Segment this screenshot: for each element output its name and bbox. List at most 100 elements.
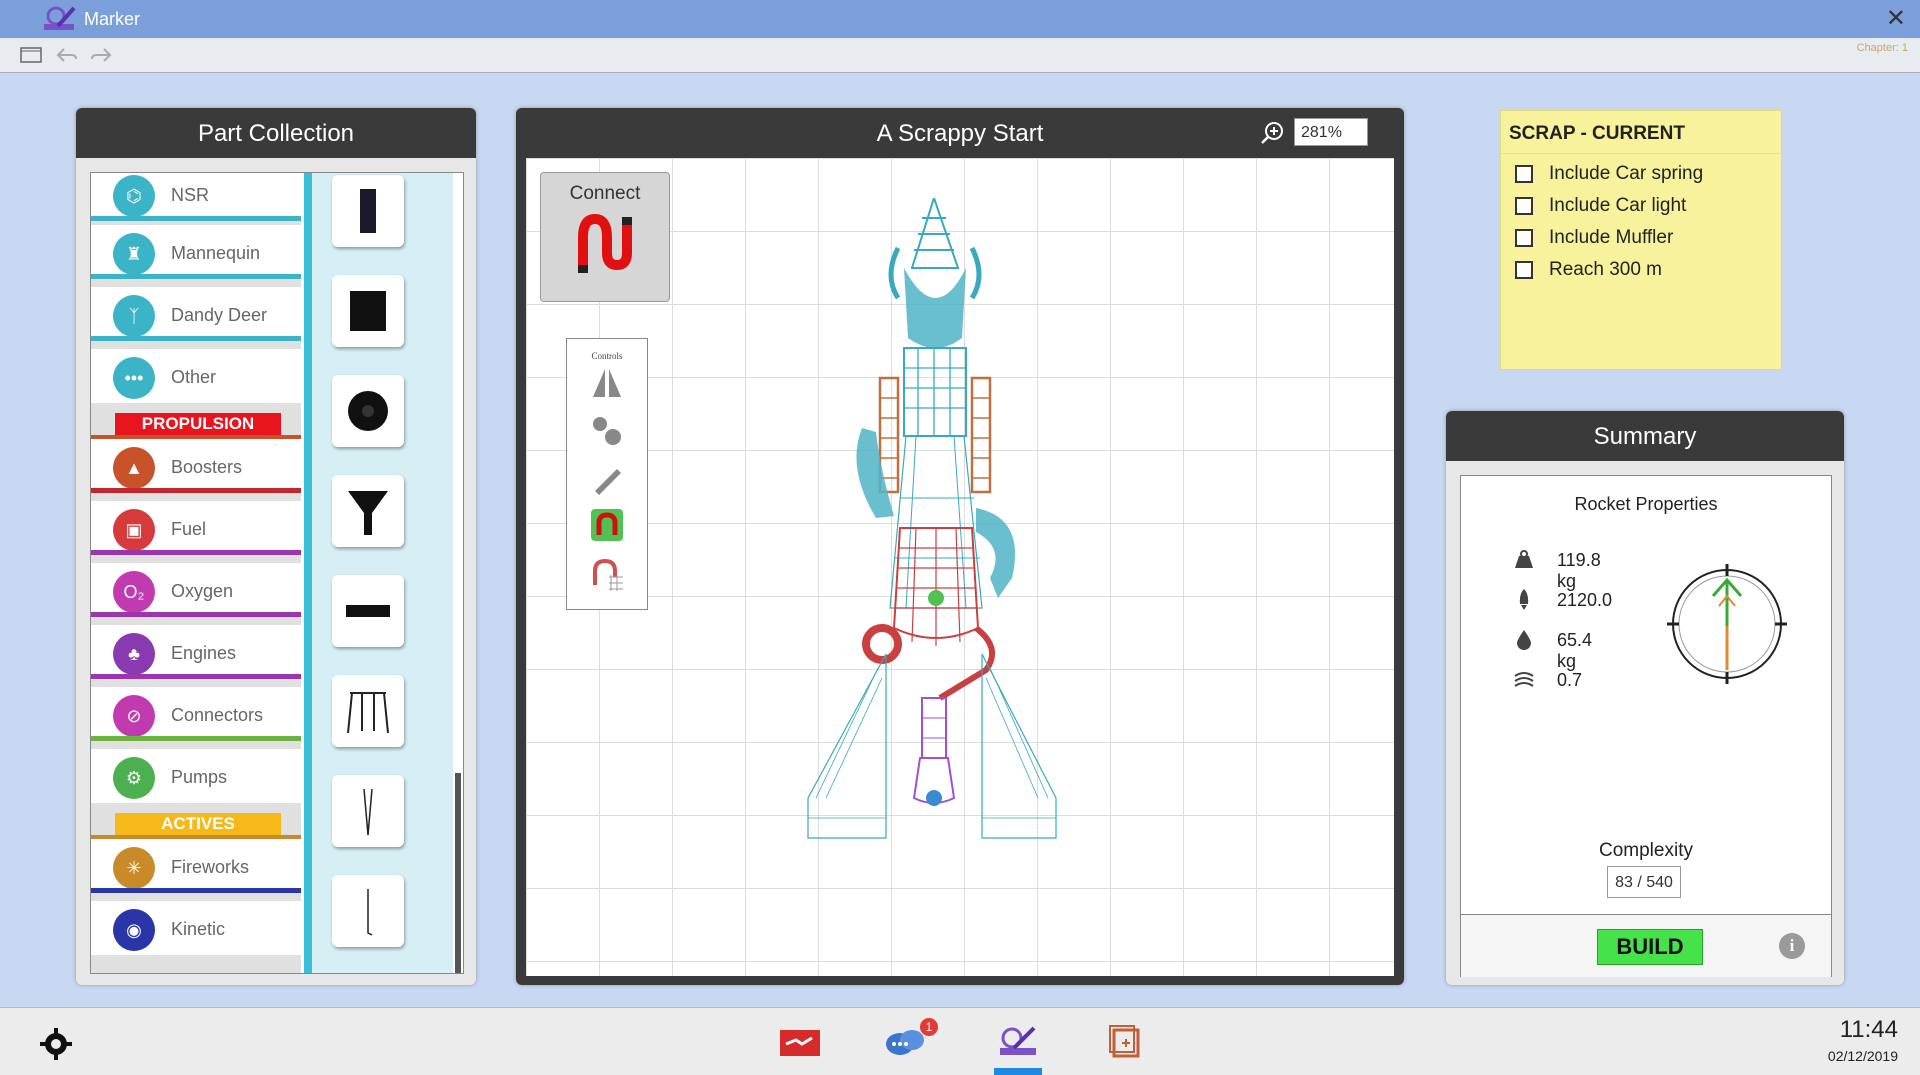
redo-icon[interactable]: [90, 46, 112, 64]
category-bar: [91, 336, 301, 341]
part-tile[interactable]: [332, 775, 404, 847]
category-connectors[interactable]: ⊘ Connectors: [91, 687, 301, 741]
attach-parts-icon[interactable]: [589, 413, 625, 449]
part-list-scrollbar[interactable]: [455, 773, 461, 973]
part-tile[interactable]: [332, 275, 404, 347]
part-list: ⌬ NSR ♜ Mannequin ᛉ Dandy Deer ••• Other…: [90, 172, 464, 974]
connect-button[interactable]: Connect: [540, 172, 670, 302]
clock-time: 11:44: [1839, 1016, 1898, 1043]
center-of-pressure-marker: [926, 790, 942, 806]
close-icon[interactable]: ✕: [1886, 4, 1906, 33]
undo-icon[interactable]: [56, 46, 78, 64]
dark-panel-part-icon: [360, 189, 376, 233]
category-pumps[interactable]: ⚙ Pumps: [91, 749, 301, 803]
fuel-icon: ▣: [113, 509, 155, 551]
pencil-icon[interactable]: [589, 461, 625, 497]
summary-title: Summary: [1446, 411, 1844, 461]
flat-bar-part-icon: [346, 605, 390, 617]
window-titlebar: Marker ✕: [0, 0, 1920, 38]
objective-checkbox[interactable]: [1515, 229, 1533, 247]
category-label: Fireworks: [171, 857, 250, 877]
notes-app-icon[interactable]: [1104, 1024, 1148, 1060]
controls-palette: Controls: [566, 338, 648, 610]
complexity-label: Complexity: [1599, 840, 1693, 861]
part-tile[interactable]: [332, 675, 404, 747]
category-oxygen[interactable]: O₂ Oxygen: [91, 563, 301, 617]
objective-checkbox[interactable]: [1515, 261, 1533, 279]
settings-gear-icon[interactable]: [38, 1026, 74, 1062]
stability-gauge: [1667, 564, 1787, 684]
category-nsr[interactable]: ⌬ NSR: [91, 173, 301, 221]
mass-value: 119.8 kg: [1557, 550, 1601, 591]
category-mannequin[interactable]: ♜ Mannequin: [91, 225, 301, 279]
category-boosters[interactable]: ▲ Boosters: [91, 439, 301, 493]
parts-grid: [312, 173, 453, 973]
category-label: NSR: [171, 185, 210, 205]
summary-panel: Summary Rocket Properties 119.8 kg 2120.…: [1446, 411, 1844, 985]
part-tile[interactable]: [332, 575, 404, 647]
category-bar: [91, 674, 301, 679]
objective-checkbox[interactable]: [1515, 197, 1533, 215]
part-tile[interactable]: [332, 375, 404, 447]
connect-mode-icon[interactable]: [589, 507, 625, 543]
category-label: Mannequin: [171, 243, 261, 263]
marker-taskbar-icon[interactable]: [996, 1024, 1040, 1060]
weight-icon: [1515, 550, 1533, 568]
mail-app-icon[interactable]: [778, 1024, 822, 1060]
build-grid[interactable]: Connect Controls: [526, 158, 1394, 976]
build-button[interactable]: BUILD: [1597, 929, 1703, 965]
zoom-level-input[interactable]: 281%: [1294, 118, 1368, 146]
window-title: Marker: [84, 9, 141, 29]
category-list: ⌬ NSR ♜ Mannequin ᛉ Dandy Deer ••• Other…: [91, 173, 301, 973]
booster-icon: ▲: [113, 447, 155, 489]
rocket-model[interactable]: [786, 198, 1106, 976]
zoom-in-icon[interactable]: [1260, 120, 1286, 146]
objective-label: Include Muffler: [1549, 227, 1674, 248]
category-kinetic[interactable]: ◉ Kinetic: [91, 901, 301, 955]
magnet-icon: [578, 213, 632, 273]
marker-app-icon: [44, 6, 76, 30]
new-document-icon[interactable]: [20, 46, 42, 64]
more-icon: •••: [113, 357, 155, 399]
category-label: Boosters: [171, 457, 243, 477]
disconnect-mode-icon[interactable]: [589, 555, 625, 591]
scrap-title: SCRAP - CURRENT: [1509, 123, 1685, 144]
part-tile[interactable]: [332, 175, 404, 247]
part-tile[interactable]: [332, 875, 404, 947]
category-fuel[interactable]: ▣ Fuel: [91, 501, 301, 555]
category-bar: [91, 612, 301, 617]
category-bar: [91, 216, 301, 221]
objective-checkbox[interactable]: [1515, 165, 1533, 183]
actives-header: ACTIVES: [115, 813, 281, 835]
rocket-properties-title: Rocket Properties: [1574, 494, 1718, 514]
build-canvas-panel: A Scrappy Start 281% Connect Controls: [516, 108, 1404, 985]
scrap-objectives-note: SCRAP - CURRENT Include Car spring Inclu…: [1500, 110, 1782, 370]
category-dandy-deer[interactable]: ᛉ Dandy Deer: [91, 287, 301, 341]
category-label: Connectors: [171, 705, 264, 725]
funnel-part-icon: [348, 491, 388, 535]
nsr-icon: ⌬: [113, 175, 155, 217]
category-engines[interactable]: ♣ Engines: [91, 625, 301, 679]
category-label: Dandy Deer: [171, 305, 268, 325]
part-tile[interactable]: [332, 475, 404, 547]
rocket-properties-body: Rocket Properties 119.8 kg 2120.0 65.4 k…: [1460, 475, 1832, 977]
category-bar: [91, 888, 301, 893]
category-other[interactable]: ••• Other: [91, 349, 301, 403]
oxygen-icon: O₂: [113, 571, 155, 613]
category-label: Fuel: [171, 519, 207, 539]
drag-value: 0.7: [1557, 670, 1583, 690]
controls-label: Controls: [591, 351, 623, 361]
category-fireworks[interactable]: ✳ Fireworks: [91, 839, 301, 893]
pump-icon: ⚙: [113, 757, 155, 799]
black-block-part-icon: [350, 291, 386, 331]
rod-part-icon: [367, 889, 373, 936]
part-collection-title: Part Collection: [76, 108, 476, 158]
deer-icon: ᛉ: [113, 295, 155, 337]
fuel-drop-icon: [1517, 630, 1531, 650]
tire-part-icon: [348, 391, 388, 431]
kinetic-icon: ◉: [113, 909, 155, 951]
objective-label: Reach 300 m: [1549, 259, 1663, 280]
part-collection-panel: Part Collection ⌬ NSR ♜ Mannequin ᛉ Dand…: [76, 108, 476, 985]
info-icon[interactable]: i: [1779, 933, 1805, 959]
mirror-icon[interactable]: [589, 365, 625, 401]
